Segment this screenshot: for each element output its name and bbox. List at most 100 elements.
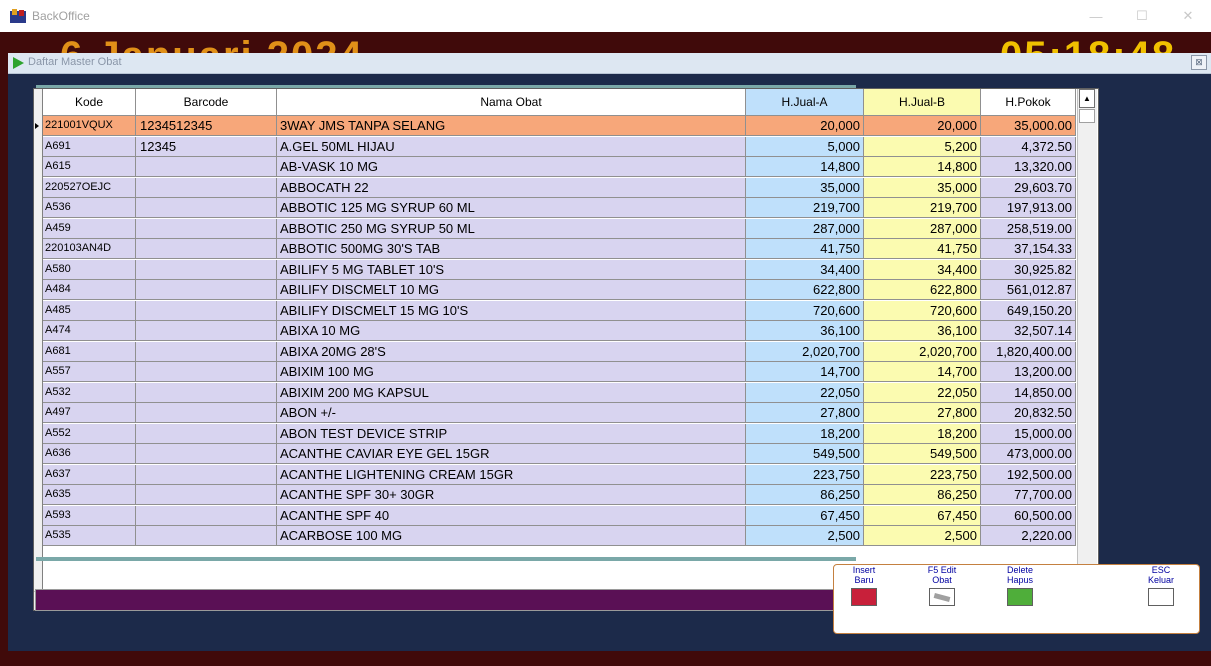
col-header-jual-b[interactable]: H.Jual-B: [864, 89, 981, 116]
cell-barcode[interactable]: [136, 505, 277, 526]
cell-barcode[interactable]: [136, 259, 277, 280]
cell-kode[interactable]: A535: [43, 526, 136, 546]
cell-barcode[interactable]: [136, 382, 277, 403]
cell-jual-a[interactable]: 18,200: [746, 423, 864, 444]
cell-jual-a[interactable]: 20,000: [746, 116, 864, 136]
cell-barcode[interactable]: [136, 341, 277, 362]
cell-kode[interactable]: A637: [43, 464, 136, 485]
cell-pokok[interactable]: 35,000.00: [981, 116, 1076, 136]
cell-kode[interactable]: A635: [43, 485, 136, 505]
search-field[interactable]: [35, 589, 847, 611]
cell-barcode[interactable]: [136, 239, 277, 259]
cell-barcode[interactable]: [136, 321, 277, 341]
maximize-button[interactable]: ☐: [1119, 0, 1165, 32]
cell-kode[interactable]: A593: [43, 505, 136, 526]
cell-kode[interactable]: 221001VQUX: [43, 116, 136, 136]
cell-nama[interactable]: ABBOTIC 125 MG SYRUP 60 ML: [277, 198, 746, 218]
delete-button[interactable]: Delete Hapus: [998, 565, 1042, 606]
cell-kode[interactable]: A497: [43, 403, 136, 423]
cell-kode[interactable]: A532: [43, 382, 136, 403]
cell-pokok[interactable]: 13,200.00: [981, 362, 1076, 382]
table-row[interactable]: A552 ABON TEST DEVICE STRIP 18,200 18,200 15…: [43, 423, 1076, 444]
cell-jual-b[interactable]: 20,000: [864, 116, 981, 136]
cell-jual-b[interactable]: 36,100: [864, 321, 981, 341]
minimize-button[interactable]: —: [1073, 0, 1119, 32]
cell-jual-a[interactable]: 223,750: [746, 464, 864, 485]
cell-pokok[interactable]: 20,832.50: [981, 403, 1076, 423]
cell-jual-a[interactable]: 720,600: [746, 300, 864, 321]
table-row[interactable]: A593 ACANTHE SPF 40 67,450 67,450 60,500.00: [43, 505, 1076, 526]
table-row[interactable]: A635 ACANTHE SPF 30+ 30GR 86,250 86,250 77,7…: [43, 485, 1076, 505]
cell-nama[interactable]: ACANTHE SPF 40: [277, 505, 746, 526]
cell-jual-b[interactable]: 27,800: [864, 403, 981, 423]
cell-jual-a[interactable]: 41,750: [746, 239, 864, 259]
cell-nama[interactable]: ABON +/-: [277, 403, 746, 423]
table-row[interactable]: A459 ABBOTIC 250 MG SYRUP 50 ML 287,000 287…: [43, 218, 1076, 239]
cell-pokok[interactable]: 1,820,400.00: [981, 341, 1076, 362]
scroll-up-button[interactable]: ▲: [1079, 89, 1095, 108]
cell-kode[interactable]: A484: [43, 280, 136, 300]
cell-jual-b[interactable]: 67,450: [864, 505, 981, 526]
table-row[interactable]: A536 ABBOTIC 125 MG SYRUP 60 ML 219,700 219…: [43, 198, 1076, 218]
cell-pokok[interactable]: 29,603.70: [981, 177, 1076, 198]
cell-jual-a[interactable]: 2,020,700: [746, 341, 864, 362]
cell-jual-b[interactable]: 5,200: [864, 136, 981, 157]
cell-pokok[interactable]: 473,000.00: [981, 444, 1076, 464]
table-row[interactable]: A615 AB-VASK 10 MG 14,800 14,800 13,320.00: [43, 157, 1076, 177]
cell-jual-b[interactable]: 2,500: [864, 526, 981, 546]
cell-jual-a[interactable]: 2,500: [746, 526, 864, 546]
cell-barcode[interactable]: [136, 444, 277, 464]
cell-pokok[interactable]: 561,012.87: [981, 280, 1076, 300]
cell-barcode[interactable]: [136, 403, 277, 423]
cell-kode[interactable]: A536: [43, 198, 136, 218]
cell-barcode[interactable]: 12345: [136, 136, 277, 157]
cell-jual-b[interactable]: 14,700: [864, 362, 981, 382]
cell-jual-b[interactable]: 14,800: [864, 157, 981, 177]
cell-barcode[interactable]: [136, 423, 277, 444]
cell-jual-a[interactable]: 549,500: [746, 444, 864, 464]
cell-barcode[interactable]: [136, 280, 277, 300]
cell-jual-b[interactable]: 34,400: [864, 259, 981, 280]
cell-nama[interactable]: AB-VASK 10 MG: [277, 157, 746, 177]
cell-jual-a[interactable]: 14,800: [746, 157, 864, 177]
table-row-selected[interactable]: 221001VQUX 1234512345 3WAY JMS TANPA SELAN…: [43, 116, 1076, 136]
cell-nama[interactable]: ABBOTIC 500MG 30'S TAB: [277, 239, 746, 259]
col-header-barcode[interactable]: Barcode: [136, 89, 277, 116]
cell-jual-b[interactable]: 549,500: [864, 444, 981, 464]
insert-button[interactable]: Insert Baru: [844, 565, 884, 606]
col-header-pokok[interactable]: H.Pokok: [981, 89, 1076, 116]
child-close-button[interactable]: ⊠: [1191, 55, 1207, 70]
cell-kode[interactable]: 220527OEJC: [43, 177, 136, 198]
cell-jual-a[interactable]: 287,000: [746, 218, 864, 239]
table-row[interactable]: A535 ACARBOSE 100 MG 2,500 2,500 2,220.00: [43, 526, 1076, 546]
table-row[interactable]: A497 ABON +/- 27,800 27,800 20,832.50: [43, 403, 1076, 423]
cell-jual-b[interactable]: 720,600: [864, 300, 981, 321]
table-row[interactable]: A637 ACANTHE LIGHTENING CREAM 15GR 223,750…: [43, 464, 1076, 485]
cell-jual-a[interactable]: 22,050: [746, 382, 864, 403]
table-row[interactable]: A474 ABIXA 10 MG 36,100 36,100 32,507.14: [43, 321, 1076, 341]
cell-kode[interactable]: 220103AN4D: [43, 239, 136, 259]
cell-jual-a[interactable]: 219,700: [746, 198, 864, 218]
table-row[interactable]: A681 ABIXA 20MG 28'S 2,020,700 2,020,700 1,8…: [43, 341, 1076, 362]
cell-pokok[interactable]: 32,507.14: [981, 321, 1076, 341]
cell-barcode[interactable]: [136, 177, 277, 198]
table-row[interactable]: A532 ABIXIM 200 MG KAPSUL 22,050 22,050 14,8…: [43, 382, 1076, 403]
cell-pokok[interactable]: 2,220.00: [981, 526, 1076, 546]
cell-jual-a[interactable]: 5,000: [746, 136, 864, 157]
cell-nama[interactable]: ACANTHE LIGHTENING CREAM 15GR: [277, 464, 746, 485]
cell-pokok[interactable]: 37,154.33: [981, 239, 1076, 259]
cell-jual-a[interactable]: 36,100: [746, 321, 864, 341]
table-row[interactable]: A580 ABILIFY 5 MG TABLET 10'S 34,400 34,400…: [43, 259, 1076, 280]
table-row[interactable]: A557 ABIXIM 100 MG 14,700 14,700 13,200.00: [43, 362, 1076, 382]
cell-kode[interactable]: A459: [43, 218, 136, 239]
medicine-grid[interactable]: Kode Barcode Nama Obat H.Jual-A H.Jual-B…: [33, 88, 1099, 611]
table-row[interactable]: A484 ABILIFY DISCMELT 10 MG 622,800 622,800…: [43, 280, 1076, 300]
close-button[interactable]: ✕: [1165, 0, 1211, 32]
cell-barcode[interactable]: [136, 218, 277, 239]
table-row[interactable]: 220527OEJC ABBOCATH 22 35,000 35,000 29,603.…: [43, 177, 1076, 198]
cell-kode[interactable]: A681: [43, 341, 136, 362]
cell-nama[interactable]: ABIXA 10 MG: [277, 321, 746, 341]
cell-jual-b[interactable]: 219,700: [864, 198, 981, 218]
cell-nama[interactable]: 3WAY JMS TANPA SELANG: [277, 116, 746, 136]
cell-kode[interactable]: A485: [43, 300, 136, 321]
